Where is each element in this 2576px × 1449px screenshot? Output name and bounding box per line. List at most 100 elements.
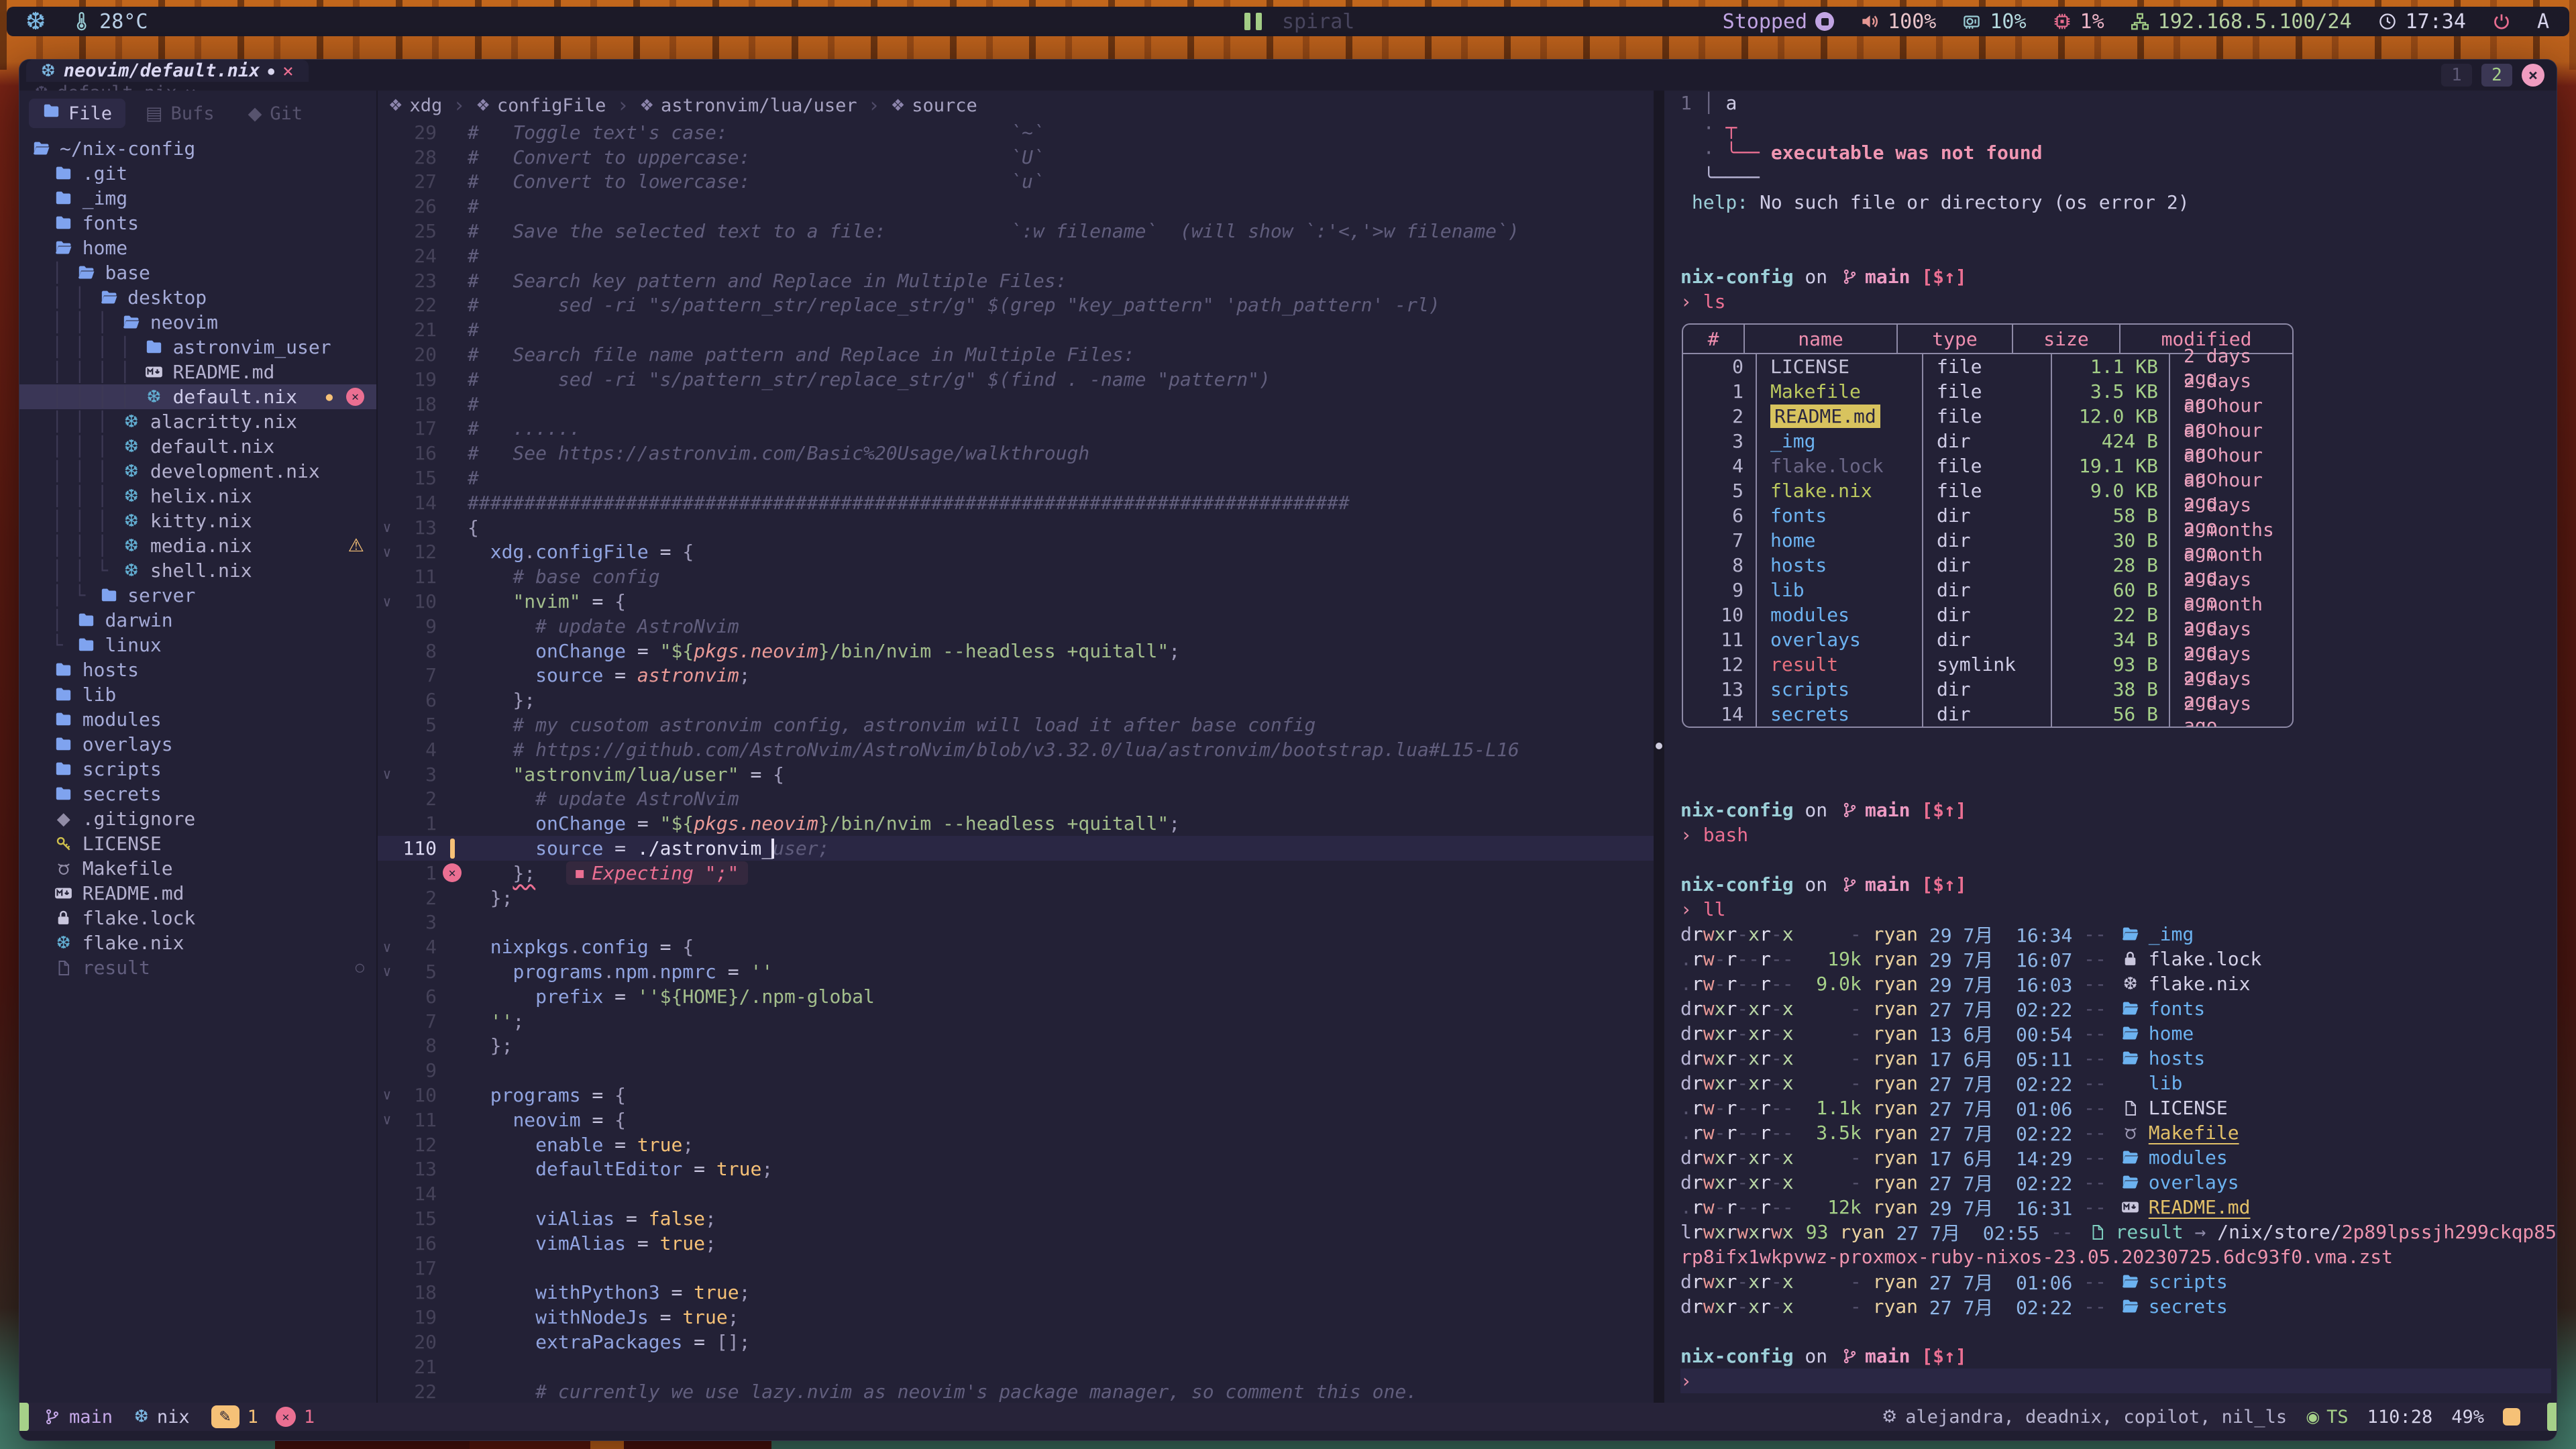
- code-line[interactable]: 2 };: [378, 885, 1654, 910]
- code-line[interactable]: ∨13{: [378, 515, 1654, 540]
- diagnostic-error-icon[interactable]: ✕: [346, 388, 364, 406]
- tree-item-hosts[interactable]: hosts: [19, 657, 376, 682]
- code-line[interactable]: 1✕ };■Expecting ";": [378, 861, 1654, 885]
- code-line[interactable]: 25# Save the selected text to a file: `:…: [378, 219, 1654, 244]
- fold-chevron-icon[interactable]: ∨: [378, 594, 396, 610]
- temperature-widget[interactable]: 28°C: [71, 10, 148, 34]
- explorer-tab-file[interactable]: File: [29, 99, 125, 128]
- code-line[interactable]: 27# Convert to lowercase: `u`: [378, 170, 1654, 195]
- code-line[interactable]: 3: [378, 910, 1654, 935]
- breadcrumb-item-configFile[interactable]: ❖configFile: [476, 95, 606, 116]
- code-line[interactable]: 7 '';: [378, 1009, 1654, 1034]
- media-widget[interactable]: spiral: [1244, 10, 1354, 34]
- code-line[interactable]: 11 # base config: [378, 564, 1654, 589]
- tree-item-alacritty.nix[interactable]: │ │ │ ❆alacritty.nix: [19, 409, 376, 434]
- code-line[interactable]: 15 viAlias = false;: [378, 1206, 1654, 1231]
- vm-status-widget[interactable]: Stopped: [1723, 10, 1834, 34]
- code-line[interactable]: 20 extraPackages = [];: [378, 1330, 1654, 1354]
- code-line[interactable]: 13 defaultEditor = true;: [378, 1157, 1654, 1181]
- tree-item-darwin[interactable]: │ darwin: [19, 608, 376, 633]
- code-line[interactable]: 9 # update AstroNvim: [378, 614, 1654, 639]
- code-line[interactable]: 17: [378, 1256, 1654, 1281]
- code-line[interactable]: 21: [378, 1354, 1654, 1379]
- breadcrumb-item-xdg[interactable]: ❖xdg: [388, 95, 442, 116]
- code-line[interactable]: ∨5 programs.npm.npmrc = '': [378, 959, 1654, 984]
- code-line[interactable]: 16# See https://astronvim.com/Basic%20Us…: [378, 441, 1654, 466]
- code-area[interactable]: 29# Toggle text's case: `~`28# Convert t…: [378, 120, 1654, 1403]
- code-line[interactable]: 26#: [378, 194, 1654, 219]
- tree-item-Makefile[interactable]: Makefile: [19, 856, 376, 881]
- code-line[interactable]: ∨10 "nvim" = {: [378, 589, 1654, 614]
- code-line[interactable]: ∨4 nixpkgs.config = {: [378, 934, 1654, 959]
- buffer-tab-neovim/default.nix[interactable]: ❆neovim/default.nix●×: [26, 60, 309, 82]
- clock-widget[interactable]: 17:34: [2377, 10, 2466, 34]
- cpu-widget[interactable]: 1%: [2052, 10, 2104, 34]
- tree-item-_img[interactable]: _img: [19, 186, 376, 211]
- git-branch-widget[interactable]: main: [44, 1407, 113, 1428]
- code-line[interactable]: 18 withPython3 = true;: [378, 1280, 1654, 1305]
- fold-chevron-icon[interactable]: ∨: [378, 939, 396, 955]
- code-line[interactable]: 29# Toggle text's case: `~`: [378, 120, 1654, 145]
- tree-item-base[interactable]: │ base: [19, 260, 376, 285]
- code-line[interactable]: 17# ......: [378, 417, 1654, 441]
- code-line[interactable]: 14: [378, 1181, 1654, 1206]
- code-line[interactable]: ∨3 "astronvim/lua/user" = {: [378, 762, 1654, 787]
- gpu-widget[interactable]: 10%: [1962, 10, 2026, 34]
- code-line[interactable]: 14######################################…: [378, 490, 1654, 515]
- tree-item-.gitignore[interactable]: ◆.gitignore: [19, 806, 376, 831]
- tree-item-fonts[interactable]: fonts: [19, 211, 376, 235]
- error-count-widget[interactable]: ✕ 1: [276, 1407, 315, 1428]
- code-line[interactable]: 24#: [378, 244, 1654, 268]
- tree-item-secrets[interactable]: secrets: [19, 782, 376, 806]
- tree-item-server[interactable]: │ └ server: [19, 583, 376, 608]
- tree-item-helix.nix[interactable]: │ │ │ ❆helix.nix: [19, 484, 376, 508]
- fold-chevron-icon[interactable]: ∨: [378, 519, 396, 535]
- fold-chevron-icon[interactable]: ∨: [378, 1112, 396, 1128]
- tree-item-shell.nix[interactable]: │ │ └ ❆shell.nix: [19, 558, 376, 583]
- fold-chevron-icon[interactable]: ∨: [378, 766, 396, 782]
- code-line[interactable]: 8 };: [378, 1033, 1654, 1058]
- tree-item-astronvim_user[interactable]: │ │ │ │ astronvim_user: [19, 335, 376, 360]
- tree-item-media.nix[interactable]: │ │ │ ❆media.nix⚠: [19, 533, 376, 558]
- code-line[interactable]: 22 # currently we use lazy.nvim as neovi…: [378, 1379, 1654, 1403]
- fold-chevron-icon[interactable]: ∨: [378, 963, 396, 979]
- code-line[interactable]: 21#: [378, 317, 1654, 342]
- code-line[interactable]: 12 enable = true;: [378, 1132, 1654, 1157]
- power-icon[interactable]: [2491, 11, 2512, 32]
- tree-item-README.md[interactable]: │ │ │ │ README.md: [19, 360, 376, 384]
- code-line[interactable]: ∨10 programs = {: [378, 1083, 1654, 1108]
- code-line[interactable]: 20# Search file name pattern and Replace…: [378, 342, 1654, 367]
- code-line[interactable]: 8 onChange = "${pkgs.neovim}/bin/nvim --…: [378, 639, 1654, 663]
- modified-count-widget[interactable]: ✎ 1: [211, 1405, 258, 1428]
- tree-item-LICENSE[interactable]: LICENSE: [19, 831, 376, 856]
- code-line[interactable]: ∨12 xdg.configFile = {: [378, 540, 1654, 565]
- tree-item-default.nix[interactable]: │ │ │ ❆default.nix: [19, 434, 376, 459]
- code-line[interactable]: 7 source = astronvim;: [378, 663, 1654, 688]
- code-line[interactable]: 1 onChange = "${pkgs.neovim}/bin/nvim --…: [378, 811, 1654, 836]
- code-line[interactable]: 4 # https://github.com/AstroNvim/AstroNv…: [378, 737, 1654, 762]
- code-line[interactable]: 6 prefix = ''${HOME}/.npm-global: [378, 984, 1654, 1009]
- tree-item-desktop[interactable]: │ │ desktop: [19, 285, 376, 310]
- code-line[interactable]: 28# Convert to uppercase: `U`: [378, 145, 1654, 170]
- breadcrumb-item-source[interactable]: ❖source: [891, 95, 977, 116]
- tree-item-~/nix-config[interactable]: ~/nix-config: [19, 136, 376, 161]
- code-line[interactable]: 16 vimAlias = true;: [378, 1231, 1654, 1256]
- tree-item-.git[interactable]: .git: [19, 161, 376, 186]
- tree-item-neovim[interactable]: │ │ │ neovim: [19, 310, 376, 335]
- tree-item-home[interactable]: home: [19, 235, 376, 260]
- code-line[interactable]: 15#: [378, 466, 1654, 490]
- tree-item-flake.nix[interactable]: ❆flake.nix: [19, 930, 376, 955]
- tree-item-modules[interactable]: modules: [19, 707, 376, 732]
- code-line[interactable]: 19 withNodeJs = true;: [378, 1305, 1654, 1330]
- terminal-close-button[interactable]: ×: [2522, 64, 2544, 87]
- explorer-tab-git[interactable]: ◆Git: [235, 100, 317, 127]
- tree-item-result[interactable]: result○: [19, 955, 376, 980]
- code-line[interactable]: ∨11 neovim = {: [378, 1108, 1654, 1132]
- tree-item-default.nix[interactable]: │ │ │ │ ❆default.nix●✕: [19, 384, 376, 409]
- explorer-tab-bufs[interactable]: ▤Bufs: [132, 100, 228, 127]
- fold-chevron-icon[interactable]: ∨: [378, 544, 396, 560]
- tree-item-linux[interactable]: └ linux: [19, 633, 376, 657]
- tree-item-lib[interactable]: lib: [19, 682, 376, 707]
- code-line[interactable]: 18#: [378, 392, 1654, 417]
- tab-close-icon[interactable]: ×: [282, 60, 294, 82]
